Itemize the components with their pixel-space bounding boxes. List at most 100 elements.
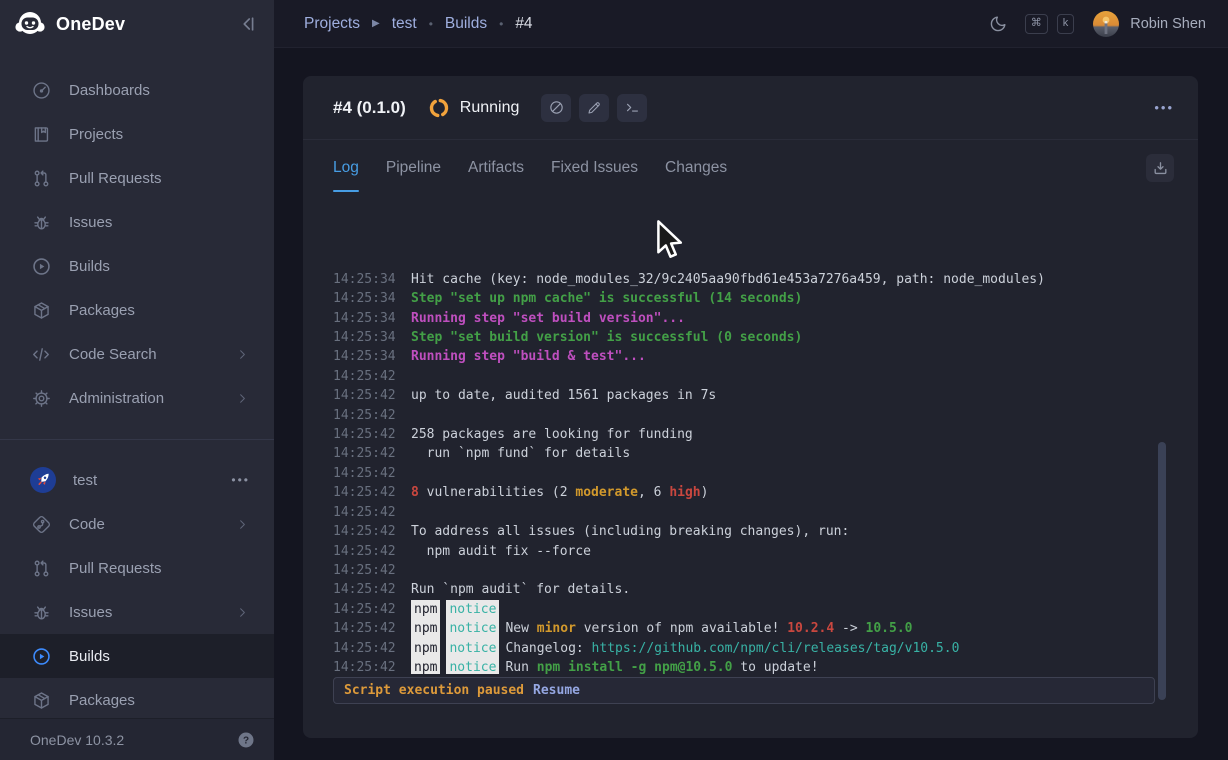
log-line: 14:25:42 — [333, 464, 1161, 483]
tab-pipeline[interactable]: Pipeline — [386, 159, 441, 192]
tab-fixed-issues[interactable]: Fixed Issues — [551, 159, 638, 192]
build-actions — [541, 94, 647, 122]
tab-changes[interactable]: Changes — [665, 159, 727, 192]
build-card: #4 (0.1.0) Running ••• LogPipelineArtifa… — [303, 76, 1198, 738]
breadcrumb-separator: • — [429, 17, 433, 31]
app-name: OneDev — [56, 14, 125, 35]
main-area: #4 (0.1.0) Running ••• LogPipelineArtifa… — [274, 48, 1228, 760]
sidebar-item-label: Issues — [69, 214, 112, 231]
sidebar-item-pull-requests[interactable]: Pull Requests — [0, 546, 274, 590]
log-text: To address all issues (including breakin… — [411, 522, 849, 541]
sidebar-item-pull-requests[interactable]: Pull Requests — [0, 156, 274, 200]
resume-link[interactable]: Resume — [533, 683, 580, 698]
download-log-icon[interactable] — [1146, 154, 1174, 182]
log-badge-npm: npm — [411, 600, 440, 619]
sidebar-item-label: Code Search — [69, 346, 157, 363]
sidebar-item-administration[interactable]: Administration — [0, 376, 274, 420]
shortcut-key-cmd[interactable]: ⌘ — [1025, 14, 1048, 34]
log-timestamp: 14:25:42 — [333, 444, 395, 463]
user-name[interactable]: Robin Shen — [1130, 16, 1206, 32]
log-text: Running step "set build version"... — [411, 309, 685, 328]
log-line: 14:25:42258 packages are looking for fun… — [333, 425, 1161, 444]
pull-request-icon — [30, 167, 52, 189]
sidebar-item-packages[interactable]: Packages — [0, 288, 274, 332]
log-link[interactable]: https://github.com/npm/cli/releases/tag/… — [592, 639, 960, 658]
sidebar-item-issues[interactable]: Issues — [0, 590, 274, 634]
log-timestamp: 14:25:34 — [333, 270, 395, 289]
onedev-logo-icon — [14, 10, 46, 38]
log-text: npm audit fix --force — [411, 542, 591, 561]
log-line: 14:25:42 — [333, 406, 1161, 425]
sidebar-item-label: Builds — [69, 258, 110, 275]
sidebar-item-issues[interactable]: Issues — [0, 200, 274, 244]
pencil-icon — [586, 100, 602, 116]
play-circle-icon — [30, 645, 52, 667]
package-icon — [30, 689, 52, 711]
log-timestamp: 14:25:42 — [333, 542, 395, 561]
sidebar-item-projects[interactable]: Projects — [0, 112, 274, 156]
log-timestamp: 14:25:42 — [333, 367, 395, 386]
log-timestamp: 14:25:34 — [333, 289, 395, 308]
log-line: 14:25:42 — [333, 503, 1161, 522]
user-avatar[interactable] — [1093, 11, 1119, 37]
sidebar-item-packages[interactable]: Packages — [0, 678, 274, 718]
build-tabs: Log Pipeline Artifacts Fixed Issues Changes — [303, 140, 1198, 192]
shortcut-key-k[interactable]: k — [1057, 14, 1075, 34]
log-text: Run `npm audit` for details. — [411, 580, 630, 599]
sidebar-project-test[interactable]: test••• — [0, 458, 274, 502]
cancel-button[interactable] — [541, 94, 571, 122]
pull-request-icon — [30, 557, 52, 579]
sidebar-item-label: Issues — [69, 604, 112, 621]
sidebar-item-label: Projects — [69, 126, 123, 143]
running-spinner-icon — [428, 97, 450, 119]
log-badge-npm: npm — [411, 658, 440, 674]
sidebar-item-label: Packages — [69, 302, 135, 319]
build-title: #4 (0.1.0) — [333, 98, 406, 118]
log-text: to update! — [732, 658, 818, 674]
bug-icon — [30, 211, 52, 233]
sidebar-item-builds[interactable]: Builds — [0, 244, 274, 288]
bug-icon — [30, 601, 52, 623]
log-badge-notice: notice — [446, 658, 499, 674]
sidebar-item-dashboards[interactable]: Dashboards — [0, 68, 274, 112]
topbar-right: ⌘ k Robin Shen — [989, 11, 1206, 37]
sidebar-item-code-search[interactable]: Code Search — [0, 332, 274, 376]
sidebar-item-label: Code — [69, 516, 105, 533]
build-log-viewport[interactable]: 14:25:34Hit cache (key: node_modules_32/… — [333, 240, 1161, 674]
log-badge-npm: npm — [411, 619, 440, 638]
sidebar-collapse-icon[interactable] — [238, 14, 258, 34]
log-line: 14:25:42npmnoticeChangelog: https://gith… — [333, 639, 1161, 658]
dark-mode-moon-icon[interactable] — [989, 14, 1008, 33]
tab-log[interactable]: Log — [333, 159, 359, 192]
log-scrollbar[interactable] — [1158, 442, 1166, 700]
log-text: New — [505, 619, 536, 638]
topbar: Projects▶test•Builds•#4 ⌘ k Robin Shen — [274, 0, 1228, 48]
log-timestamp: 14:25:42 — [333, 503, 395, 522]
sidebar-item-code[interactable]: Code — [0, 502, 274, 546]
paused-bar: Script execution paused Resume — [333, 677, 1155, 704]
chevron-right-icon — [235, 347, 250, 362]
log-text: 10.2.4 — [787, 619, 834, 638]
rocket-avatar-icon — [30, 467, 56, 493]
sidebar: OneDev Dashboards Projects Pull Requests Is… — [0, 0, 274, 760]
breadcrumb-item-builds[interactable]: Builds — [445, 15, 487, 33]
version-label: OneDev 10.3.2 — [30, 732, 124, 748]
log-timestamp: 14:25:42 — [333, 561, 395, 580]
edit-button[interactable] — [579, 94, 609, 122]
more-options-icon[interactable]: ••• — [1154, 100, 1174, 115]
log-line: 14:25:34Running step "build & test"... — [333, 347, 1161, 366]
log-timestamp: 14:25:34 — [333, 328, 395, 347]
gear-icon — [30, 387, 52, 409]
help-icon[interactable]: ? — [236, 730, 256, 750]
chevron-right-icon — [235, 605, 250, 620]
log-badge-npm: npm — [411, 639, 440, 658]
web-terminal-button[interactable] — [617, 94, 647, 122]
log-text: , 6 — [638, 483, 669, 502]
sidebar-item-builds[interactable]: Builds — [0, 634, 274, 678]
log-timestamp: 14:25:42 — [333, 406, 395, 425]
breadcrumb-item-test[interactable]: test — [392, 15, 417, 33]
tab-artifacts[interactable]: Artifacts — [468, 159, 524, 192]
breadcrumb-item-projects[interactable]: Projects — [304, 15, 360, 33]
log-line: 14:25:42Run `npm audit` for details. — [333, 580, 1161, 599]
project-more-icon[interactable]: ••• — [231, 473, 250, 487]
